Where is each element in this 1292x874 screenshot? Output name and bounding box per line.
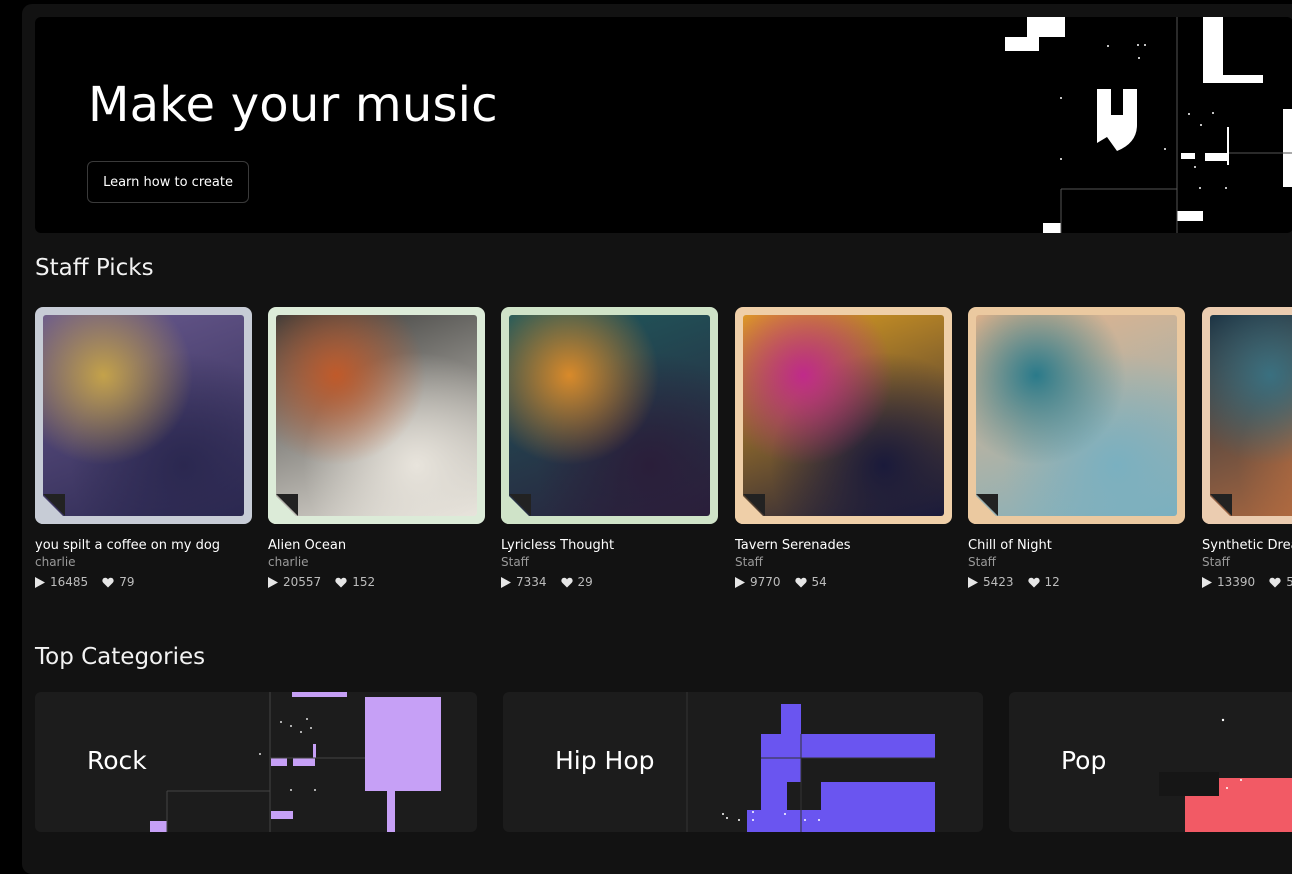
staff-picks-heading: Staff Picks: [35, 255, 154, 281]
track-stats: 9770 54: [735, 575, 952, 589]
staff-pick-card[interactable]: Lyricless Thought Staff 7334 29: [501, 307, 718, 589]
play-count: 7334: [501, 575, 547, 589]
learn-how-to-create-button[interactable]: Learn how to create: [87, 161, 249, 203]
track-author[interactable]: charlie: [268, 555, 485, 569]
cover-art-image: [43, 315, 244, 516]
play-count: 5423: [968, 575, 1014, 589]
cover-art-frame[interactable]: [1202, 307, 1292, 524]
track-title[interactable]: Alien Ocean: [268, 538, 485, 553]
play-icon: [968, 576, 978, 588]
play-count: 9770: [735, 575, 781, 589]
hero-title: Make your music: [88, 77, 498, 133]
like-count-value: 54: [811, 575, 827, 589]
category-label: Hip Hop: [555, 746, 655, 775]
track-stats: 13390 5: [1202, 575, 1292, 589]
cover-art-frame[interactable]: [735, 307, 952, 524]
logo-corner-icon: [976, 494, 998, 516]
hero-banner: Make your music Learn how to create: [35, 17, 1292, 233]
cover-art-image: [1210, 315, 1292, 516]
like-count-value: 79: [119, 575, 135, 589]
like-count-value: 12: [1044, 575, 1060, 589]
heart-icon[interactable]: [1269, 577, 1281, 588]
play-icon: [268, 576, 278, 588]
like-count: 5: [1269, 575, 1292, 589]
track-title[interactable]: Tavern Serenades: [735, 538, 952, 553]
track-title[interactable]: Lyricless Thought: [501, 538, 718, 553]
cover-art-frame[interactable]: [968, 307, 1185, 524]
cover-art-frame[interactable]: [268, 307, 485, 524]
staff-pick-card[interactable]: Synthetic Drea Staff 13390 5: [1202, 307, 1292, 589]
top-categories-heading: Top Categories: [35, 644, 206, 670]
logo-corner-icon: [1210, 494, 1232, 516]
like-count: 29: [560, 575, 593, 589]
cover-art-frame[interactable]: [35, 307, 252, 524]
category-card-hip-hop[interactable]: Hip Hop: [503, 692, 983, 832]
heart-icon[interactable]: [560, 577, 573, 588]
heart-icon[interactable]: [1027, 577, 1040, 588]
track-author[interactable]: Staff: [1202, 555, 1292, 569]
track-author[interactable]: charlie: [35, 555, 252, 569]
play-count-value: 16485: [50, 575, 89, 589]
rock-pattern-art: [150, 692, 441, 832]
logo-corner-icon: [509, 494, 531, 516]
pop-pattern-art: [1159, 718, 1292, 832]
category-label: Pop: [1061, 746, 1107, 775]
play-count: 20557: [268, 575, 321, 589]
track-author[interactable]: Staff: [501, 555, 718, 569]
hip-hop-pattern-art: [686, 692, 935, 832]
track-title[interactable]: Chill of Night: [968, 538, 1185, 553]
play-count-value: 9770: [750, 575, 781, 589]
like-count: 79: [102, 575, 134, 589]
like-count: 54: [794, 575, 827, 589]
cover-art-frame[interactable]: [501, 307, 718, 524]
play-count-value: 5423: [983, 575, 1014, 589]
logo-corner-icon: [276, 494, 298, 516]
like-count-value: 152: [352, 575, 376, 589]
track-author[interactable]: Staff: [735, 555, 952, 569]
track-stats: 16485 79: [35, 575, 252, 589]
category-card-pop[interactable]: Pop: [1009, 692, 1292, 832]
play-count-value: 13390: [1217, 575, 1256, 589]
heart-icon[interactable]: [335, 577, 347, 588]
heart-icon[interactable]: [794, 577, 807, 588]
play-icon: [501, 576, 511, 588]
play-icon: [1202, 576, 1212, 588]
like-count-value: 5: [1286, 575, 1292, 589]
staff-pick-card[interactable]: you spilt a coffee on my dog charlie 16485…: [35, 307, 252, 589]
heart-icon[interactable]: [102, 577, 114, 588]
cover-art-image: [276, 315, 477, 516]
track-stats: 5423 12: [968, 575, 1185, 589]
track-stats: 7334 29: [501, 575, 718, 589]
app-window: Make your music Learn how to create Staf…: [22, 4, 1292, 874]
play-count-value: 20557: [283, 575, 322, 589]
logo-corner-icon: [43, 494, 65, 516]
like-count-value: 29: [577, 575, 593, 589]
like-count: 12: [1027, 575, 1060, 589]
track-author[interactable]: Staff: [968, 555, 1185, 569]
cover-art-image: [509, 315, 710, 516]
play-count: 13390: [1202, 575, 1255, 589]
like-count: 152: [335, 575, 375, 589]
cover-art-image: [976, 315, 1177, 516]
staff-pick-card[interactable]: Alien Ocean charlie 20557 152: [268, 307, 485, 589]
play-count-value: 7334: [516, 575, 547, 589]
staff-pick-card[interactable]: Tavern Serenades Staff 9770 54: [735, 307, 952, 589]
play-icon: [35, 576, 45, 588]
track-title[interactable]: you spilt a coffee on my dog: [35, 538, 252, 553]
staff-pick-card[interactable]: Chill of Night Staff 5423 12: [968, 307, 1185, 589]
cover-art-image: [743, 315, 944, 516]
category-card-rock[interactable]: Rock: [35, 692, 477, 832]
play-icon: [735, 576, 745, 588]
category-label: Rock: [87, 746, 147, 775]
play-count: 16485: [35, 575, 88, 589]
track-stats: 20557 152: [268, 575, 485, 589]
hero-pixel-art: [1005, 17, 1292, 233]
logo-corner-icon: [743, 494, 765, 516]
track-title[interactable]: Synthetic Drea: [1202, 538, 1292, 553]
